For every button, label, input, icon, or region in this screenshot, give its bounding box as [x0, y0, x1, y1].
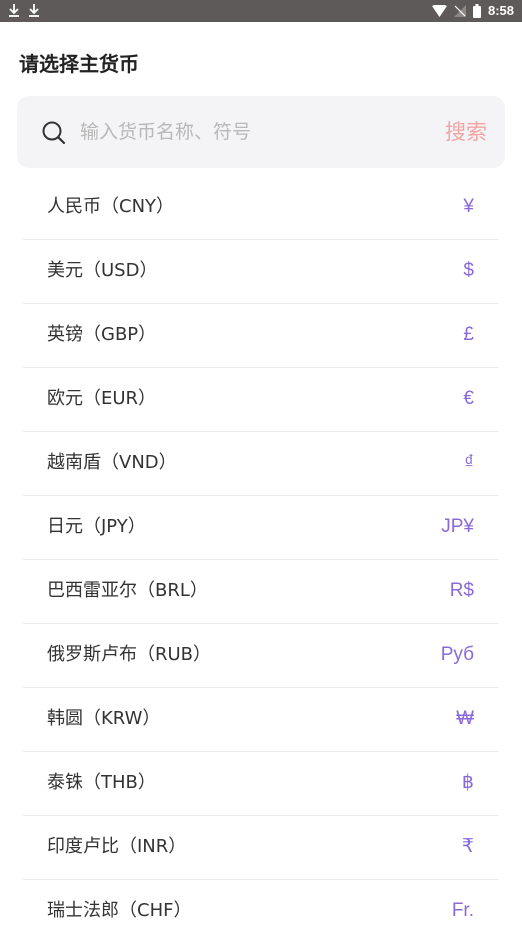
status-indicators: 8:58: [431, 3, 514, 19]
currency-name: 日元（JPY）: [47, 516, 146, 537]
currency-row[interactable]: 泰铢（THB） ฿: [23, 752, 499, 816]
search-icon: [42, 121, 66, 145]
currency-name: 英镑（GBP）: [47, 324, 157, 345]
currency-symbol: ₫: [464, 452, 474, 473]
currency-row[interactable]: 俄罗斯卢布（RUB） Руб: [23, 624, 499, 688]
currency-name: 韩圆（KRW）: [47, 708, 161, 729]
search-input[interactable]: [80, 116, 410, 148]
wifi-icon: [431, 5, 447, 17]
currency-symbol: Fr.: [451, 900, 474, 921]
currency-symbol: £: [463, 324, 474, 345]
currency-picker-sheet: 请选择主货币 搜索 人民币（CNY） ¥ 美元（USD） $ 英镑（GBP） £ 欧元（EU…: [0, 22, 522, 928]
currency-name: 俄罗斯卢布（RUB）: [47, 644, 212, 665]
battery-icon: [472, 4, 481, 18]
currency-symbol: ฿: [461, 772, 474, 793]
currency-symbol: ₹: [461, 836, 474, 857]
currency-symbol: Руб: [440, 644, 474, 665]
currency-row[interactable]: 欧元（EUR） €: [23, 368, 499, 432]
currency-list: 人民币（CNY） ¥ 美元（USD） $ 英镑（GBP） £ 欧元（EUR） € 越南盾（VND…: [23, 176, 499, 928]
currency-symbol: $: [463, 260, 474, 281]
currency-symbol: ¥: [463, 196, 474, 217]
currency-row[interactable]: 巴西雷亚尔（BRL） R$: [23, 560, 499, 624]
currency-name: 欧元（EUR）: [47, 388, 157, 409]
no-signal-icon: [453, 5, 466, 17]
currency-row[interactable]: 瑞士法郎（CHF） Fr.: [23, 880, 499, 928]
currency-name: 人民币（CNY）: [47, 196, 175, 217]
status-notifications: [8, 2, 40, 18]
currency-symbol: €: [463, 388, 474, 409]
currency-name: 越南盾（VND）: [47, 452, 177, 473]
search-box: 搜索: [17, 96, 505, 168]
currency-row[interactable]: 印度卢比（INR） ₹: [23, 816, 499, 880]
status-time: 8:58: [487, 3, 514, 18]
currency-row[interactable]: 人民币（CNY） ¥: [23, 176, 499, 240]
currency-symbol: R$: [449, 580, 474, 601]
currency-name: 泰铢（THB）: [47, 772, 156, 793]
currency-row[interactable]: 英镑（GBP） £: [23, 304, 499, 368]
currency-name: 巴西雷亚尔（BRL）: [47, 580, 208, 601]
status-bar: 8:58: [0, 0, 522, 22]
currency-symbol: ₩: [456, 708, 474, 729]
currency-name: 印度卢比（INR）: [47, 836, 187, 857]
download-icon: [29, 4, 39, 17]
currency-symbol: JP¥: [441, 516, 474, 537]
currency-row[interactable]: 韩圆（KRW） ₩: [23, 688, 499, 752]
currency-row[interactable]: 美元（USD） $: [23, 240, 499, 304]
currency-name: 美元（USD）: [47, 260, 158, 281]
search-button[interactable]: 搜索: [445, 116, 487, 148]
download-icon: [9, 4, 19, 17]
currency-name: 瑞士法郎（CHF）: [47, 900, 192, 921]
currency-row[interactable]: 越南盾（VND） ₫: [23, 432, 499, 496]
sheet-title: 请选择主货币: [19, 52, 139, 76]
currency-row[interactable]: 日元（JPY） JP¥: [23, 496, 499, 560]
